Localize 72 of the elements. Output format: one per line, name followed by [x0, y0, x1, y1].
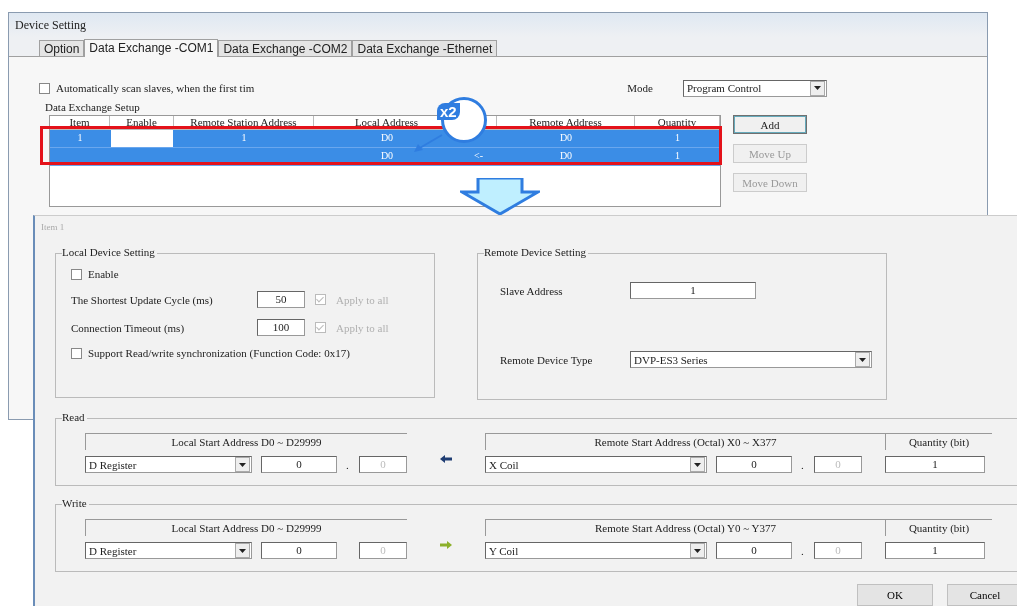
table-cell: <- [474, 150, 483, 161]
number-field[interactable]: 0 [261, 456, 338, 474]
checkbox[interactable] [71, 269, 82, 280]
number-field[interactable]: 0 [716, 456, 792, 474]
dropdown-caret-icon[interactable] [235, 457, 251, 473]
field-label: Remote Device Type [500, 354, 594, 366]
number-field[interactable]: 0 [261, 542, 338, 560]
checkbox[interactable] [39, 82, 50, 94]
coil-dropdown[interactable]: Y Coil [485, 542, 707, 560]
number-field[interactable]: 1 [885, 542, 985, 560]
tab[interactable]: Data Exchange -COM2 [218, 40, 353, 56]
action-button[interactable]: Add [733, 115, 807, 134]
checkbox[interactable] [315, 322, 326, 334]
dropdown-caret-icon[interactable] [235, 543, 251, 559]
column-header: Local Start Address D0 ~ D29999 [85, 519, 407, 537]
pointer-arrow [412, 134, 444, 154]
column-header: Local Start Address D0 ~ D29999 [85, 433, 407, 451]
table-cell: D0 [380, 132, 394, 143]
column-header: Quantity (bit) [885, 433, 992, 451]
dropdown-caret-icon[interactable] [690, 457, 705, 473]
column-header: Remote Start Address (Octal) X0 ~ X377 [485, 433, 885, 451]
checkbox[interactable] [71, 348, 82, 359]
group-title: Read [62, 411, 87, 424]
checkbox-label: Enable [88, 268, 119, 281]
coil-dropdown[interactable]: X Coil [485, 456, 707, 474]
separator-dot: . [801, 459, 805, 471]
table-cell: D0 [559, 132, 573, 143]
badge: x2 [437, 103, 460, 120]
device-type-dropdown[interactable]: DVP-ES3 Series [630, 351, 872, 369]
right-arrow-icon [440, 541, 452, 550]
field-label: The Shortest Update Cycle (ms) [71, 294, 214, 306]
table-cell: 1 [675, 150, 680, 161]
number-field[interactable]: 1 [630, 282, 756, 300]
column-header: Quantity (bit) [885, 519, 992, 537]
column-header: Remote Start Address (Octal) Y0 ~ Y377 [485, 519, 885, 537]
left-arrow-icon [440, 455, 452, 464]
tab[interactable]: Option [39, 40, 85, 56]
dropdown-caret-icon[interactable] [690, 543, 705, 559]
checkbox-label: Apply to all [336, 322, 389, 334]
dropdown-caret-icon[interactable] [810, 80, 825, 96]
group-title: Local Device Setting [62, 246, 157, 259]
checkbox-label: Apply to all [336, 294, 389, 306]
table-cell: D0 [559, 150, 573, 161]
separator-dot: . [346, 459, 350, 471]
table-cell: 1 [675, 132, 680, 143]
separator-dot: . [801, 544, 805, 557]
field-label: Connection Timeout (ms) [71, 322, 186, 334]
mode-label: Mode [627, 82, 653, 94]
table-cell: 1 [241, 132, 247, 143]
dropdown-caret-icon[interactable] [855, 352, 870, 368]
table-cell: D0 [380, 150, 394, 161]
number-field[interactable]: 1 [885, 456, 985, 474]
register-dropdown[interactable]: D Register [85, 542, 253, 560]
group-title: Data Exchange Setup [45, 101, 140, 113]
edit-cell[interactable] [111, 130, 173, 147]
checkbox-label: Automatically scan slaves, when the first tim [56, 82, 255, 94]
table-cell: 1 [77, 132, 83, 143]
mode-dropdown[interactable]: Program Control [683, 79, 827, 97]
dialog-button[interactable]: OK [857, 584, 933, 606]
tab[interactable]: Data Exchange -COM1 [84, 39, 219, 57]
field-label: Slave Address [500, 285, 564, 297]
down-arrow-icon [460, 178, 540, 215]
tab[interactable]: Data Exchange -Ethernet [352, 40, 498, 56]
checkbox-label: Support Read/write synchronization (Function Code: 0x17) [88, 347, 350, 360]
number-field[interactable]: 50 [257, 291, 305, 309]
number-field[interactable]: 0 [716, 542, 792, 560]
group-title: Write [62, 497, 89, 510]
dialog-button[interactable]: Cancel [947, 584, 1017, 606]
number-field[interactable]: 100 [257, 319, 305, 337]
register-dropdown[interactable]: D Register [85, 456, 253, 474]
checkbox[interactable] [315, 294, 326, 306]
group-title: Remote Device Setting [484, 246, 589, 259]
